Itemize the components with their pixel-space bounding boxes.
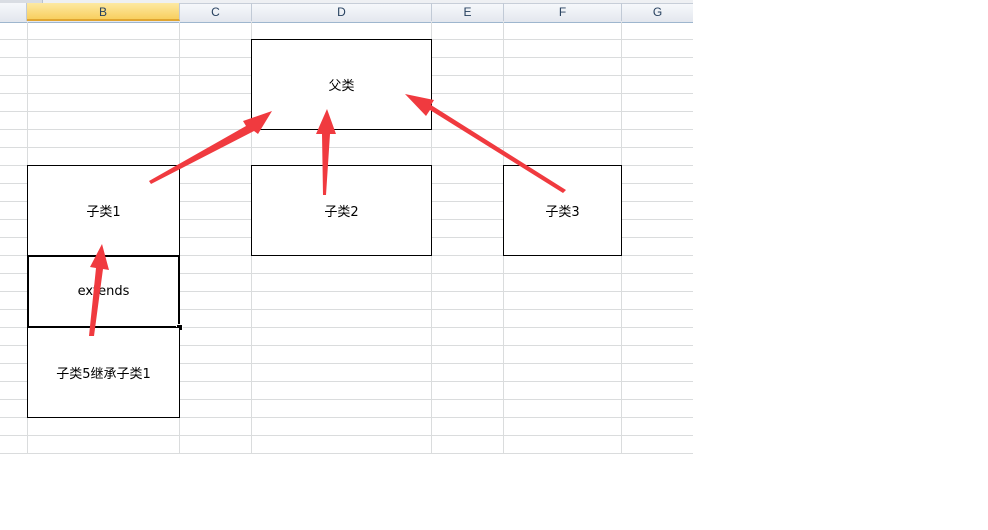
spreadsheet-grid[interactable]: B C D E F G 父类 子类1 子类2 子类3 extends 子类5继承… xyxy=(0,0,693,454)
column-header-c[interactable]: C xyxy=(180,3,252,21)
parent-class-label: 父类 xyxy=(328,79,355,94)
column-header-b[interactable]: B xyxy=(27,3,180,21)
column-header-g[interactable]: G xyxy=(622,3,693,21)
child3-class-box[interactable]: 子类3 xyxy=(503,165,622,256)
child1-class-label: 子类1 xyxy=(86,205,121,220)
child5-class-box[interactable]: 子类5继承子类1 xyxy=(27,327,180,418)
column-header-e[interactable]: E xyxy=(432,3,504,21)
child3-class-label: 子类3 xyxy=(545,205,580,220)
column-header-d[interactable]: D xyxy=(252,3,432,21)
column-header-f[interactable]: F xyxy=(504,3,622,21)
child2-class-label: 子类2 xyxy=(324,205,359,220)
gridline-row xyxy=(0,435,693,436)
gridline-row xyxy=(0,147,693,148)
child1-class-box[interactable]: 子类1 xyxy=(27,165,180,256)
extends-cell[interactable]: extends xyxy=(27,255,180,328)
gridline-row xyxy=(0,453,693,454)
select-all-corner[interactable] xyxy=(0,3,27,21)
child2-class-box[interactable]: 子类2 xyxy=(251,165,432,256)
extends-label: extends xyxy=(77,284,130,299)
child5-class-label: 子类5继承子类1 xyxy=(56,367,151,382)
parent-class-box[interactable]: 父类 xyxy=(251,39,432,130)
